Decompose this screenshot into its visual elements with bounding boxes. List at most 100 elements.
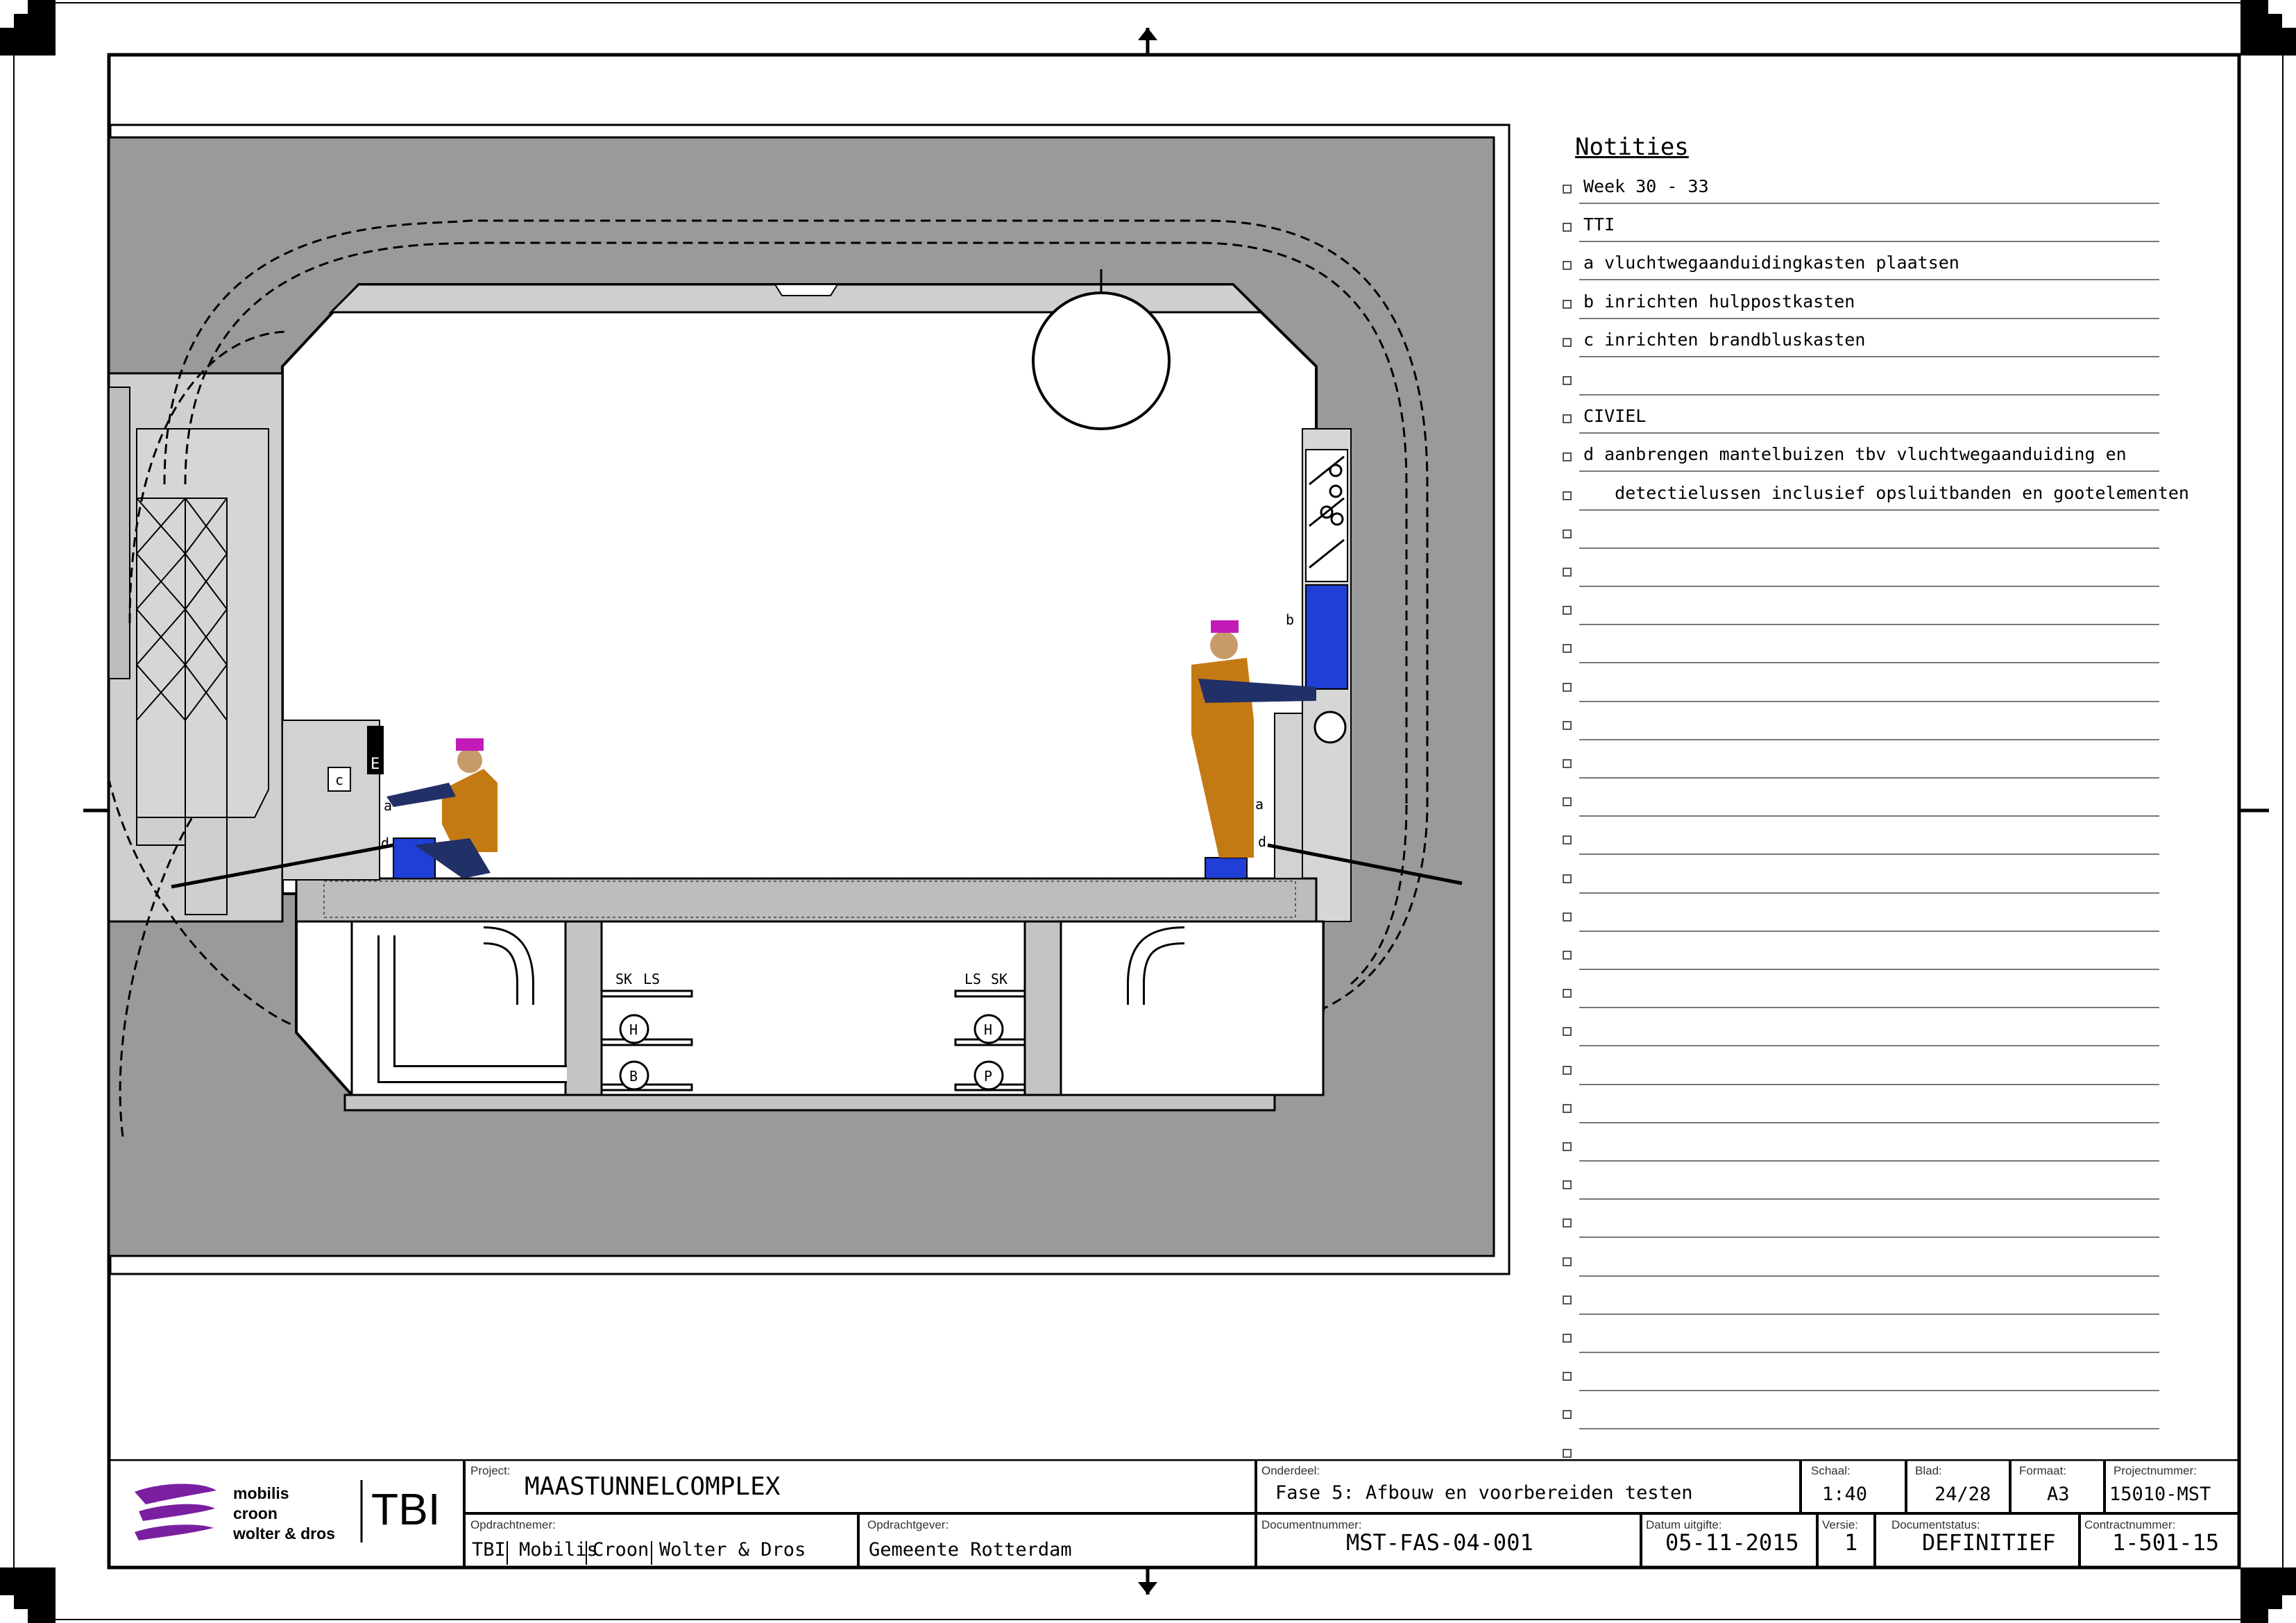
note-checkbox[interactable] (1563, 1180, 1572, 1189)
schaal-label: Schaal: (1811, 1464, 1851, 1477)
label-sk-left: SK (615, 971, 632, 987)
note-text: CIVIEL (1583, 406, 1647, 426)
schaal-value: 1:40 (1822, 1484, 1868, 1505)
note-item (1563, 1094, 2159, 1132)
contract-value: 1-501-15 (2112, 1529, 2220, 1556)
note-item (1563, 673, 2159, 711)
note-checkbox[interactable] (1563, 1066, 1572, 1075)
note-checkbox[interactable] (1563, 835, 1572, 844)
note-rule-line (1579, 662, 2159, 663)
opdrachtnemer-tbi: TBI (472, 1539, 506, 1561)
note-rule-line (1579, 853, 2159, 855)
label-c-left: c (335, 772, 343, 788)
note-checkbox[interactable] (1563, 568, 1572, 577)
note-rule-line (1579, 470, 2159, 472)
note-text: c inrichten brandbluskasten (1583, 330, 1866, 350)
note-rule-line (1579, 1084, 2159, 1085)
note-rule-line (1579, 356, 2159, 357)
note-item (1563, 1209, 2159, 1246)
note-text: d aanbrengen mantelbuizen tbv vluchtwega… (1583, 444, 2127, 464)
note-checkbox[interactable] (1563, 759, 1572, 768)
blad-value: 24/28 (1934, 1484, 1991, 1505)
formaat-label: Formaat: (2019, 1464, 2067, 1477)
note-item: d aanbrengen mantelbuizen tbv vluchtwega… (1563, 443, 2159, 480)
note-rule-line (1579, 815, 2159, 817)
logo-text: mobilis croon wolter & dros (233, 1484, 335, 1543)
note-checkbox[interactable] (1563, 644, 1572, 653)
note-checkbox[interactable] (1563, 1104, 1572, 1113)
note-checkbox[interactable] (1563, 376, 1572, 385)
note-checkbox[interactable] (1563, 874, 1572, 883)
note-checkbox[interactable] (1563, 912, 1572, 921)
note-rule-line (1579, 969, 2159, 970)
notes-title: Notities (1575, 133, 1689, 161)
datum-value: 05-11-2015 (1665, 1529, 1799, 1556)
label-h-right: H (984, 1021, 992, 1038)
project-label: Project: (470, 1464, 511, 1477)
label-e-left: E (371, 756, 380, 773)
note-checkbox[interactable] (1563, 721, 1572, 730)
label-h-left: H (629, 1021, 638, 1038)
note-checkbox[interactable] (1563, 261, 1572, 270)
note-item (1563, 596, 2159, 634)
note-item (1563, 749, 2159, 787)
note-rule-line (1579, 701, 2159, 702)
note-checkbox[interactable] (1563, 223, 1572, 232)
note-checkbox[interactable] (1563, 1257, 1572, 1266)
note-checkbox[interactable] (1563, 606, 1572, 615)
note-checkbox[interactable] (1563, 797, 1572, 806)
note-checkbox[interactable] (1563, 1410, 1572, 1419)
note-checkbox[interactable] (1563, 1372, 1572, 1381)
note-checkbox[interactable] (1563, 452, 1572, 461)
note-checkbox[interactable] (1563, 1295, 1572, 1305)
note-rule-line (1579, 1390, 2159, 1391)
note-text: a vluchtwegaanduidingkasten plaatsen (1583, 253, 1959, 273)
note-rule-line (1579, 1428, 2159, 1429)
note-checkbox[interactable] (1563, 529, 1572, 538)
note-item (1563, 520, 2159, 557)
label-ls-right: LS (964, 971, 981, 987)
formaat-value: A3 (2047, 1484, 2070, 1505)
mcwd-logo-icon (135, 1484, 216, 1540)
note-text: detectielussen inclusief opsluitbanden e… (1583, 483, 2189, 503)
label-d-right: d (1258, 833, 1266, 850)
note-item (1563, 1132, 2159, 1170)
projectnummer-label: Projectnummer: (2114, 1464, 2197, 1477)
note-item (1563, 788, 2159, 825)
note-rule-line (1579, 931, 2159, 932)
label-ls-left: LS (643, 971, 660, 987)
note-item (1563, 1324, 2159, 1361)
projectnummer-value: 15010-MST (2109, 1484, 2211, 1505)
note-rule-line (1579, 1045, 2159, 1046)
note-checkbox[interactable] (1563, 338, 1572, 347)
note-rule-line (1579, 777, 2159, 779)
opdrachtgever-value: Gemeente Rotterdam (869, 1539, 1072, 1561)
note-item (1563, 1017, 2159, 1055)
note-checkbox[interactable] (1563, 300, 1572, 309)
note-rule-line (1579, 892, 2159, 894)
note-rule-line (1579, 547, 2159, 549)
note-checkbox[interactable] (1563, 414, 1572, 423)
note-checkbox[interactable] (1563, 1449, 1572, 1458)
note-checkbox[interactable] (1563, 989, 1572, 998)
note-item: a vluchtwegaanduidingkasten plaatsen (1563, 251, 2159, 289)
note-checkbox[interactable] (1563, 1218, 1572, 1227)
note-item (1563, 979, 2159, 1017)
note-rule-line (1579, 1237, 2159, 1238)
label-p-right: P (984, 1068, 992, 1085)
note-checkbox[interactable] (1563, 491, 1572, 500)
opdrachtnemer-mobilis: Mobilis (519, 1539, 598, 1561)
note-item (1563, 826, 2159, 863)
note-item (1563, 366, 2159, 404)
note-item (1563, 711, 2159, 749)
note-checkbox[interactable] (1563, 951, 1572, 960)
note-checkbox[interactable] (1563, 1027, 1572, 1036)
documentnummer-value: MST-FAS-04-001 (1346, 1529, 1533, 1556)
note-item: TTI (1563, 213, 2159, 250)
note-checkbox[interactable] (1563, 1142, 1572, 1151)
note-rule-line (1579, 1007, 2159, 1008)
note-checkbox[interactable] (1563, 1334, 1572, 1343)
note-checkbox[interactable] (1563, 683, 1572, 692)
note-rule-line (1579, 586, 2159, 587)
note-checkbox[interactable] (1563, 185, 1572, 194)
